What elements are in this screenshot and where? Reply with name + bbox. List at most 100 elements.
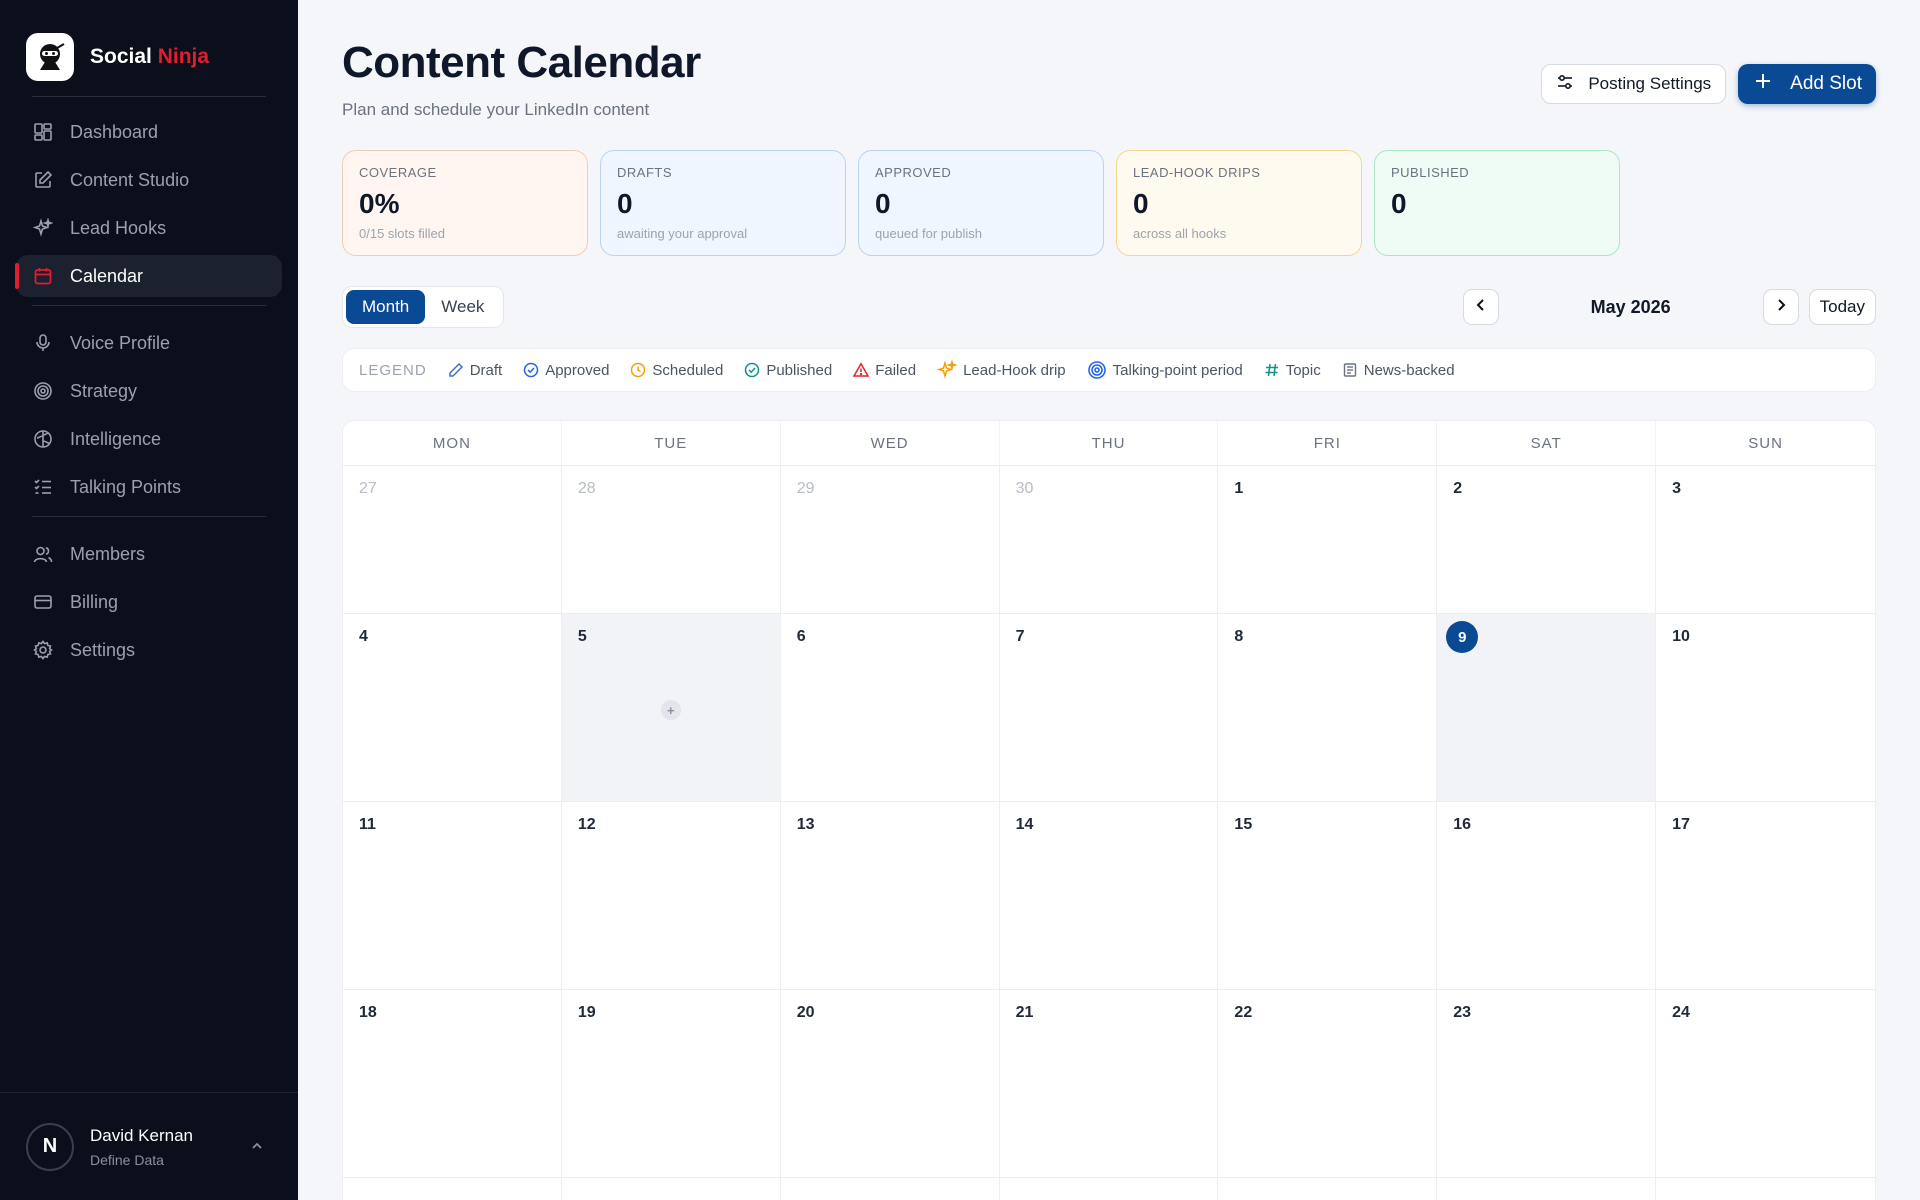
calendar-day[interactable] [561, 1178, 781, 1200]
sparkle-icon [937, 360, 958, 380]
sidebar-item-settings[interactable]: Settings [16, 629, 282, 671]
day-number: 22 [1234, 1004, 1253, 1021]
legend-item-news-backed: News-backed [1342, 362, 1455, 379]
stat-value: 0 [617, 188, 633, 219]
day-number: 16 [1453, 816, 1472, 833]
legend-label: Published [766, 361, 833, 379]
sidebar-item-calendar[interactable]: Calendar [15, 255, 282, 297]
legend-item-failed: Failed [853, 362, 916, 379]
chevron-up-icon[interactable] [250, 1139, 264, 1158]
month-calendar: MON TUE WED THU FRI SAT SUN 27 28 29 30 1 2 3 4 5 +6 7 8 9… [342, 420, 1876, 1200]
calendar-day[interactable] [1656, 1178, 1875, 1200]
calendar-day[interactable]: 22 [1218, 990, 1438, 1178]
next-month-button[interactable] [1762, 289, 1799, 325]
sidebar-item-strategy[interactable]: Strategy [16, 370, 282, 412]
calendar-day[interactable]: 7 [999, 614, 1219, 802]
today-button[interactable]: Today [1808, 289, 1876, 325]
calendar-day[interactable] [780, 1178, 1000, 1200]
calendar-day[interactable]: 3 [1656, 466, 1875, 614]
calendar-day[interactable]: 18 [343, 990, 562, 1178]
add-post-button[interactable]: + [660, 700, 681, 720]
legend-label: Approved [545, 361, 610, 379]
calendar-day[interactable]: 20 [780, 990, 1000, 1178]
day-number: 2 [1453, 480, 1463, 497]
day-number: 11 [359, 816, 376, 833]
stat-label: LEAD-HOOK DRIPS [1133, 165, 1261, 180]
day-number: 5 [577, 628, 587, 645]
calendar-day[interactable]: 23 [1437, 990, 1657, 1178]
weekday-label: MON [343, 421, 562, 465]
prev-month-button[interactable] [1462, 289, 1499, 325]
sidebar-item-voice-profile[interactable]: Voice Profile [16, 322, 282, 364]
add-slot-label: Add Slot [1790, 73, 1862, 94]
weekday-label: FRI [1218, 421, 1438, 465]
view-toggle: Month Week [342, 286, 505, 328]
posting-settings-button[interactable]: Posting Settings [1541, 64, 1727, 104]
calendar-day-today[interactable]: 9 [1437, 614, 1657, 802]
calendar-day[interactable]: 30 [999, 466, 1219, 614]
legend: LEGEND Draft Approved Scheduled Published Fa… [342, 348, 1876, 392]
calendar-day[interactable]: 8 [1218, 614, 1438, 802]
page-title: Content Calendar [342, 38, 701, 87]
stat-card-approved: APPROVED 0 queued for publish [858, 150, 1104, 256]
avatar: N [26, 1122, 74, 1171]
calendar-day[interactable]: 28 [561, 466, 781, 614]
legend-item-approved: Approved [523, 362, 609, 379]
calendar-day[interactable] [343, 1178, 562, 1200]
add-slot-button[interactable]: Add Slot [1738, 64, 1876, 104]
weekday-label: WED [781, 421, 1000, 465]
stat-value: 0 [1133, 188, 1149, 219]
edit-icon [32, 169, 54, 191]
sidebar-item-intelligence[interactable]: Intelligence [16, 418, 282, 460]
sidebar-item-talking-points[interactable]: Talking Points [16, 466, 282, 508]
stat-card-lead-hook-drips: LEAD-HOOK DRIPS 0 across all hooks [1116, 150, 1362, 256]
calendar-day[interactable]: 5 + [561, 614, 781, 802]
calendar-day[interactable]: 2 [1437, 466, 1657, 614]
week-view-button[interactable]: Week [425, 290, 500, 324]
calendar-day[interactable]: 29 [780, 466, 1000, 614]
calendar-day[interactable]: 10 [1656, 614, 1875, 802]
user-menu[interactable]: N David Kernan Define Data [0, 1092, 298, 1200]
sidebar-item-lead-hooks[interactable]: Lead Hooks [16, 207, 282, 249]
calendar-day[interactable]: 14 [999, 802, 1219, 990]
hash-icon [1264, 362, 1280, 378]
day-number: 30 [1015, 480, 1034, 497]
day-number: 24 [1672, 1004, 1690, 1021]
day-number: 6 [796, 628, 806, 645]
user-org: Define Data [90, 1151, 164, 1168]
calendar-day[interactable]: 24 [1656, 990, 1875, 1178]
legend-item-scheduled: Scheduled [630, 362, 723, 379]
brand-name-part1: Social [90, 45, 152, 68]
calendar-day[interactable]: 1 [1218, 466, 1438, 614]
sidebar-item-content-studio[interactable]: Content Studio [16, 159, 282, 201]
calendar-day[interactable] [1437, 1178, 1657, 1200]
brand[interactable]: Social Ninja [0, 0, 298, 96]
calendar-day[interactable]: 12 [561, 802, 781, 990]
calendar-day[interactable]: 16 [1437, 802, 1657, 990]
day-number: 29 [796, 480, 815, 497]
day-number: 20 [796, 1004, 815, 1021]
sidebar-item-label: Dashboard [70, 121, 159, 142]
calendar-day[interactable]: 4 [343, 614, 562, 802]
day-number: 17 [1672, 816, 1690, 833]
sidebar-item-billing[interactable]: Billing [16, 581, 282, 623]
calendar-day[interactable]: 19 [561, 990, 781, 1178]
calendar-day[interactable] [1218, 1178, 1438, 1200]
calendar-day[interactable]: 6 [780, 614, 1000, 802]
day-number: 15 [1234, 816, 1253, 833]
newspaper-icon [1342, 362, 1358, 378]
calendar-day[interactable]: 21 [999, 990, 1219, 1178]
dashboard-icon [32, 121, 54, 143]
sliders-icon [1556, 73, 1574, 96]
month-view-button[interactable]: Month [346, 290, 426, 324]
clock-icon [630, 362, 646, 378]
calendar-day[interactable]: 27 [343, 466, 562, 614]
calendar-day[interactable]: 15 [1218, 802, 1438, 990]
calendar-day[interactable]: 11 [343, 802, 562, 990]
sidebar-item-members[interactable]: Members [16, 533, 282, 575]
day-number: 27 [359, 480, 377, 497]
sidebar-item-dashboard[interactable]: Dashboard [16, 111, 282, 153]
calendar-day[interactable] [999, 1178, 1219, 1200]
calendar-day[interactable]: 13 [780, 802, 1000, 990]
calendar-day[interactable]: 17 [1656, 802, 1875, 990]
